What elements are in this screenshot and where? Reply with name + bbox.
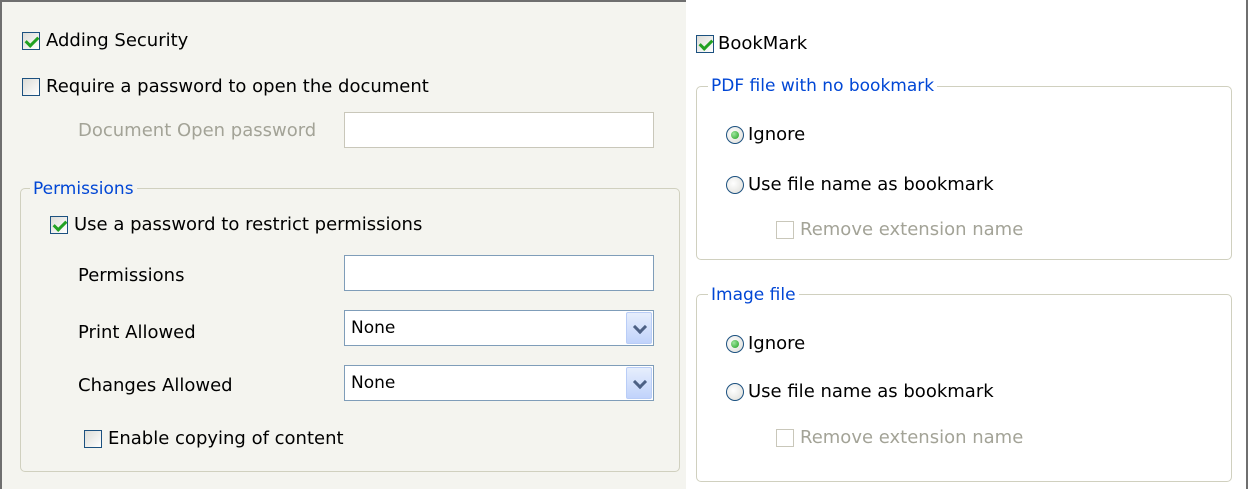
image-ignore-label: Ignore xyxy=(748,333,806,354)
open-password-label: Document Open password xyxy=(78,120,316,142)
image-use-file-name-radio[interactable] xyxy=(726,383,744,401)
print-allowed-value: None xyxy=(351,318,396,338)
changes-allowed-select[interactable]: None xyxy=(344,365,654,401)
pdf-remove-extension-checkbox[interactable] xyxy=(776,221,794,239)
enable-copying-label: Enable copying of content xyxy=(108,428,344,449)
image-use-file-name-label: Use file name as bookmark xyxy=(748,381,994,402)
image-ignore-radio[interactable] xyxy=(726,335,744,353)
pdf-use-file-name-label: Use file name as bookmark xyxy=(748,174,994,195)
image-remove-extension-checkbox[interactable] xyxy=(776,429,794,447)
require-password-checkbox[interactable] xyxy=(22,78,40,96)
print-allowed-label: Print Allowed xyxy=(78,322,196,343)
use-password-restrict-label: Use a password to restrict permissions xyxy=(74,214,423,235)
bookmark-checkbox[interactable] xyxy=(696,35,714,53)
image-remove-extension-label: Remove extension name xyxy=(800,427,1024,448)
bookmark-label: BookMark xyxy=(718,33,808,54)
changes-allowed-label: Changes Allowed xyxy=(78,375,233,396)
open-password-input[interactable] xyxy=(344,112,654,148)
chevron-down-icon[interactable] xyxy=(626,367,652,399)
permissions-legend: Permissions xyxy=(30,178,137,200)
pdf-use-file-name-radio[interactable] xyxy=(726,176,744,194)
image-file-legend: Image file xyxy=(708,284,799,306)
security-panel: Adding Security Require a password to op… xyxy=(0,0,686,489)
pdf-ignore-radio[interactable] xyxy=(726,126,744,144)
use-password-restrict-checkbox[interactable] xyxy=(50,216,68,234)
enable-copying-checkbox[interactable] xyxy=(84,430,102,448)
permissions-input[interactable] xyxy=(344,255,654,291)
pdf-remove-extension-label: Remove extension name xyxy=(800,219,1024,240)
adding-security-checkbox[interactable] xyxy=(22,32,40,50)
pdf-file-legend: PDF file with no bookmark xyxy=(708,75,938,97)
open-password-label-text: Document Open password xyxy=(78,120,317,141)
changes-allowed-value: None xyxy=(351,373,396,393)
pdf-ignore-label: Ignore xyxy=(748,124,806,145)
permissions-field-label: Permissions xyxy=(78,265,185,286)
chevron-down-icon[interactable] xyxy=(626,312,652,344)
bookmark-panel: BookMark PDF file with no bookmark Ignor… xyxy=(686,0,1248,489)
adding-security-label: Adding Security xyxy=(46,30,189,51)
print-allowed-select[interactable]: None xyxy=(344,310,654,346)
require-password-label: Require a password to open the document xyxy=(46,76,429,97)
